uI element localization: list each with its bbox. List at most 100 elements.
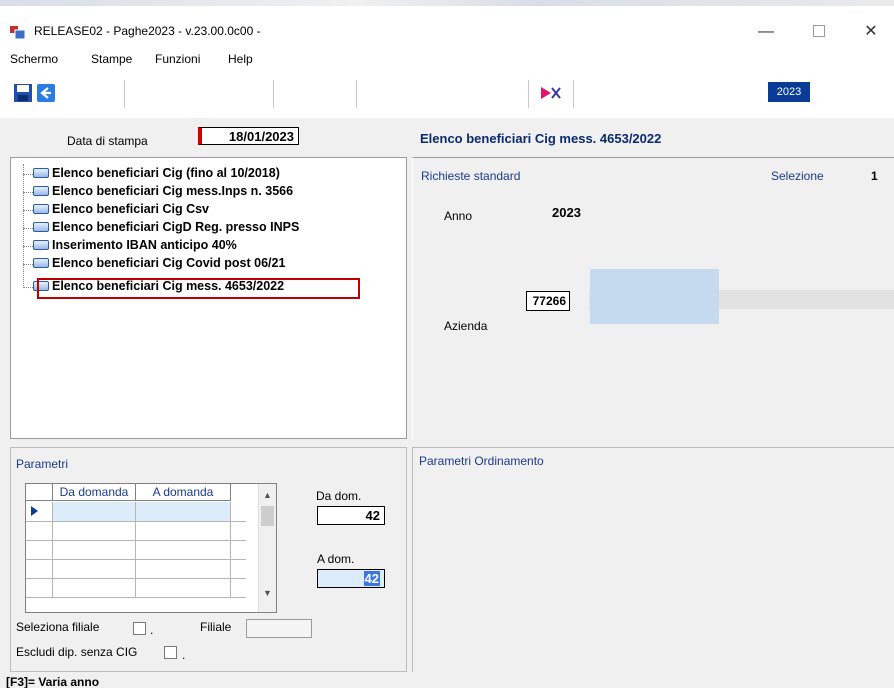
table-row[interactable]	[26, 502, 246, 522]
azienda-field[interactable]: 77266	[526, 291, 570, 311]
table-row[interactable]	[26, 559, 246, 579]
title-bar-strip	[0, 0, 894, 6]
selezione-label: Selezione	[771, 169, 824, 183]
print-date-field[interactable]: 18/01/2023	[198, 127, 299, 145]
maximize-icon[interactable]	[796, 18, 842, 46]
report-icon	[33, 186, 49, 196]
a-dom-field[interactable]: 42	[317, 569, 385, 588]
menu-funzioni[interactable]: Funzioni	[155, 52, 200, 66]
da-dom-label: Da dom.	[316, 489, 362, 503]
print-date-label: Data di stampa	[67, 134, 148, 148]
grid-cell[interactable]	[136, 502, 231, 521]
status-bar: [F3]= Varia anno	[0, 676, 894, 688]
back-arrow-icon[interactable]	[36, 83, 56, 103]
row-selector	[26, 578, 53, 597]
seleziona-filiale-label: Seleziona filiale	[16, 620, 100, 634]
grid-corner	[26, 484, 53, 501]
grid-cell[interactable]	[136, 559, 231, 578]
tree-item-label: Elenco beneficiari Cig mess.Inps n. 3566	[52, 184, 294, 198]
menu-schermo[interactable]: Schermo	[10, 52, 58, 66]
row-selector	[26, 559, 53, 578]
menu-help[interactable]: Help	[228, 52, 253, 66]
toolbar	[0, 72, 894, 119]
filiale-field[interactable]	[246, 619, 312, 638]
year-badge: 2023	[768, 82, 810, 102]
richieste-title: Richieste standard	[421, 169, 521, 183]
escludi-checkbox[interactable]	[164, 646, 177, 659]
anno-label: Anno	[444, 209, 473, 223]
minimize-icon[interactable]: —	[743, 18, 789, 46]
grid-cell[interactable]	[53, 578, 136, 597]
grid-cell[interactable]	[53, 521, 136, 540]
grid-cell[interactable]	[53, 540, 136, 559]
tree-item[interactable]: Inserimento IBAN anticipo 40%	[33, 238, 237, 252]
redacted-area	[590, 269, 719, 324]
grid-cell[interactable]	[136, 521, 231, 540]
tree-item-label: Inserimento IBAN anticipo 40%	[52, 238, 237, 252]
grid-cell[interactable]	[136, 578, 231, 597]
table-row[interactable]	[26, 540, 246, 560]
tree-item-label: Elenco beneficiari Cig (fino al 10/2018)	[52, 166, 280, 180]
tree-item[interactable]: Elenco beneficiari Cig (fino al 10/2018)	[33, 166, 280, 180]
checkbox-dot: .	[150, 623, 154, 637]
toolbar-separator	[356, 80, 357, 108]
toolbar-separator	[528, 80, 529, 108]
grid-scrollbar[interactable]: ▲ ▼	[258, 484, 276, 612]
parametri-panel: Parametri Da domanda A domanda ▲ ▼ Da do…	[10, 447, 407, 672]
app-icon	[10, 26, 26, 40]
window-title: RELEASE02 - Paghe2023 - v.23.00.0c00 -	[34, 24, 261, 38]
toolbar-separator	[573, 80, 574, 108]
scroll-thumb[interactable]	[261, 506, 274, 526]
tree-item-label: Elenco beneficiari Cig Csv	[52, 202, 209, 216]
report-title: Elenco beneficiari Cig mess. 4653/2022	[420, 131, 662, 146]
scroll-up-icon[interactable]: ▲	[263, 490, 272, 500]
menu-stampe[interactable]: Stampe	[91, 52, 132, 66]
toolbar-separator	[124, 80, 125, 108]
title-bar: RELEASE02 - Paghe2023 - v.23.00.0c00 - —…	[0, 0, 894, 45]
tree-item[interactable]: Elenco beneficiari Cig mess.Inps n. 3566	[33, 184, 293, 198]
tree-item[interactable]: Elenco beneficiari Cig Csv	[33, 202, 209, 216]
domande-grid[interactable]: Da domanda A domanda ▲ ▼	[25, 483, 277, 613]
tree-item-label: Elenco beneficiari CigD Reg. presso INPS	[52, 220, 300, 234]
checkbox-dot: .	[182, 648, 186, 662]
table-row[interactable]	[26, 521, 246, 541]
tree-item[interactable]: Elenco beneficiari CigD Reg. presso INPS	[33, 220, 299, 234]
grid-header-a-domanda[interactable]: A domanda	[136, 484, 231, 501]
grid-cell[interactable]	[53, 559, 136, 578]
a-dom-label: A dom.	[317, 552, 355, 566]
toolbar-separator	[273, 80, 274, 108]
escludi-label: Escludi dip. senza CIG	[16, 645, 138, 659]
table-row[interactable]	[26, 578, 246, 598]
tree-item[interactable]: Elenco beneficiari Cig Covid post 06/21	[33, 256, 285, 270]
grid-header-da-domanda[interactable]: Da domanda	[53, 484, 136, 501]
status-text: [F3]= Varia anno	[6, 676, 100, 688]
ordinamento-title: Parametri Ordinamento	[419, 454, 544, 468]
selezione-value: 1	[871, 169, 878, 183]
azienda-label: Azienda	[444, 319, 488, 333]
richieste-panel: Richieste standard Selezione 1 Anno 2023…	[412, 157, 894, 440]
a-dom-value: 42	[363, 571, 380, 586]
report-icon	[33, 258, 49, 268]
report-tree: Elenco beneficiari Cig (fino al 10/2018)…	[10, 157, 407, 439]
save-icon[interactable]	[13, 83, 33, 103]
grid-cell[interactable]	[136, 540, 231, 559]
anno-value: 2023	[552, 205, 581, 220]
row-selector-icon	[26, 502, 53, 521]
report-icon	[33, 168, 49, 178]
filiale-label: Filiale	[200, 620, 232, 634]
grid-cell[interactable]	[53, 502, 136, 521]
menu-bar: Schermo Stampe Funzioni Help	[0, 48, 894, 70]
da-dom-field[interactable]: 42	[317, 506, 385, 525]
selection-highlight	[37, 278, 360, 299]
report-icon	[33, 222, 49, 232]
tree-item-label: Elenco beneficiari Cig Covid post 06/21	[52, 256, 286, 270]
seleziona-filiale-checkbox[interactable]	[133, 622, 146, 635]
row-selector	[26, 540, 53, 559]
report-icon	[33, 204, 49, 214]
exit-print-icon[interactable]	[540, 85, 562, 101]
close-icon[interactable]: ✕	[848, 18, 894, 46]
scroll-down-icon[interactable]: ▼	[263, 588, 272, 598]
report-icon	[33, 240, 49, 250]
ordinamento-panel: Parametri Ordinamento	[412, 447, 894, 672]
parametri-title: Parametri	[16, 457, 69, 471]
